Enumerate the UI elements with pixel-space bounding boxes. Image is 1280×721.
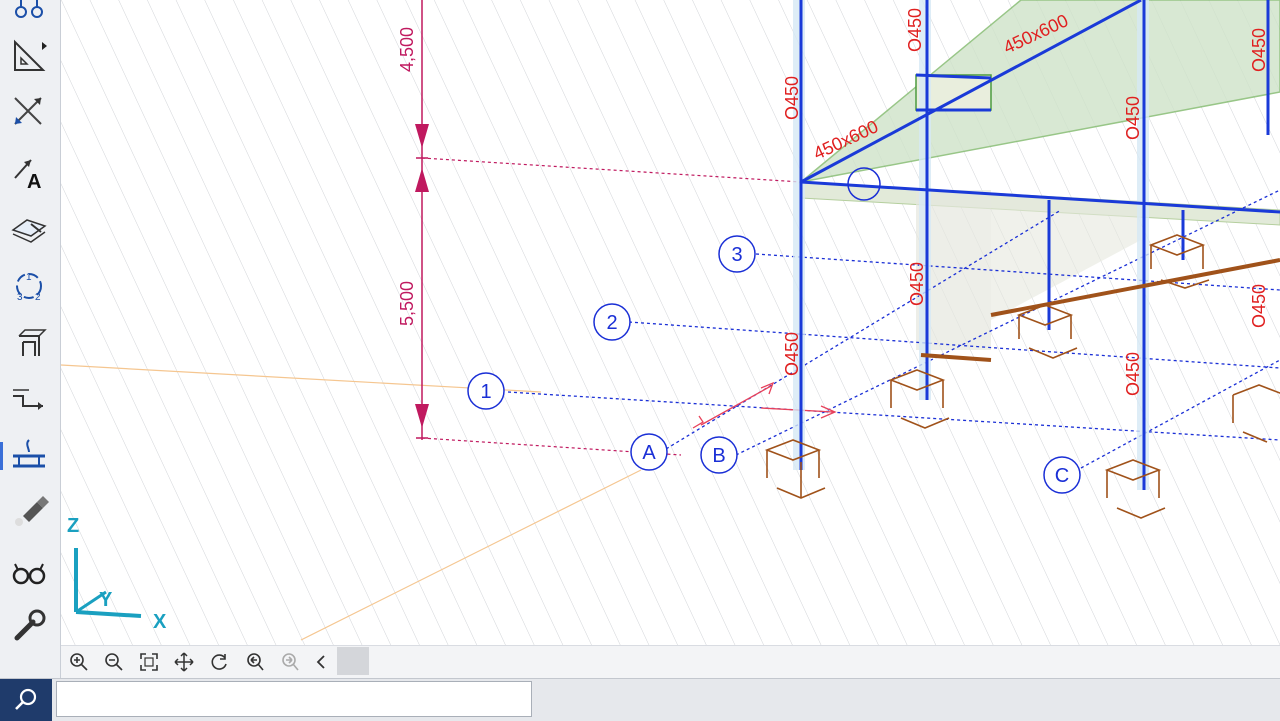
grid-icon [15,0,43,18]
zoom-next-icon [282,653,299,671]
z-axis-label: Z [67,515,79,537]
search-button[interactable] [0,679,52,721]
rotate-button[interactable] [205,650,233,674]
y-axis-label: Y [99,589,113,611]
zoom-extents-button[interactable] [135,650,163,674]
zoom-previous-button[interactable] [240,650,268,674]
pan-button[interactable] [170,650,198,674]
grid-bubble-b[interactable]: B [700,436,738,474]
column-label-4: O450 [1249,28,1269,72]
zoom-out-button[interactable] [100,650,128,674]
slab-edit-icon [11,219,47,243]
svg-text:2: 2 [606,312,617,334]
grid-bubble-c[interactable]: C [1043,456,1081,494]
renumber-icon: 13 2 [16,272,42,303]
zoom-next-button[interactable] [275,650,303,674]
offset-icon [13,389,43,410]
text-tool-button[interactable]: A [2,148,56,196]
search-icon [15,688,37,710]
column-label-6: O450 [782,332,802,376]
column-label-2: O450 [905,8,925,52]
section-tool-button[interactable] [2,318,56,366]
svg-text:1: 1 [480,381,491,403]
numbering-tool-button[interactable]: 13 2 [2,262,56,310]
grid-bubble-2[interactable]: 2 [593,303,631,341]
left-toolbar: A 13 2 [0,0,61,680]
command-input[interactable] [56,681,532,717]
zoom-out-icon [105,653,123,671]
svg-text:C: C [1055,465,1069,487]
glasses-tool-button[interactable] [2,546,56,594]
svg-text:3: 3 [17,292,23,303]
slab-tool-button[interactable] [2,204,56,252]
dimension-tool-button[interactable] [2,32,56,80]
grid-bubble-3[interactable]: 3 [718,235,756,273]
view-navigation-bar [61,645,1280,679]
rotate-icon [211,654,227,670]
zoom-previous-icon [247,653,264,671]
intersect-tool-button[interactable] [2,86,56,134]
horizontal-scroll-thumb[interactable] [337,647,369,675]
section-icon [18,329,47,356]
column-label-5: O450 [907,262,927,306]
cross-arrow-icon [14,97,42,125]
lower-dimension-label: 5,500 [397,281,417,326]
column-label-3: O450 [1123,96,1143,140]
glasses-icon [12,563,46,585]
svg-text:B: B [712,445,725,467]
support-icon [13,439,45,468]
flashlight-icon [15,496,49,526]
pan-icon [174,652,194,672]
svg-text:3: 3 [731,244,742,266]
column-label-8: O450 [1249,284,1269,328]
grid-tool-button[interactable] [2,0,56,34]
scroll-left-button[interactable] [307,650,335,674]
x-axis-label: X [153,611,167,633]
wrench-icon [14,609,46,641]
flashlight-tool-button[interactable] [2,486,56,534]
scroll-left-icon [316,655,325,669]
support-tool-button[interactable] [0,432,56,480]
svg-text:A: A [642,442,656,464]
settings-tool-button[interactable] [2,602,56,650]
svg-text:2: 2 [35,292,41,303]
upper-dimension-label: 4,500 [397,27,417,72]
offset-tool-button[interactable] [2,374,56,422]
grid-bubble-a[interactable]: A [630,433,668,471]
structure-3d-view[interactable]: 4,500 5,500 O450 O450 O450 O450 O450 O45… [61,0,1280,645]
zoom-extents-icon [140,653,158,671]
column-label-7: O450 [1123,352,1143,396]
text-a-icon: A [14,159,41,192]
ruler-triangle-icon [14,39,47,71]
column-label-1: O450 [782,76,802,120]
svg-text:1: 1 [26,272,32,283]
model-viewport[interactable]: 4,500 5,500 O450 O450 O450 O450 O450 O45… [61,0,1280,645]
grid-bubble-1[interactable]: 1 [467,372,505,410]
zoom-in-icon [70,653,88,671]
command-bar [0,678,1280,721]
svg-text:A: A [27,171,41,192]
zoom-in-button[interactable] [65,650,93,674]
